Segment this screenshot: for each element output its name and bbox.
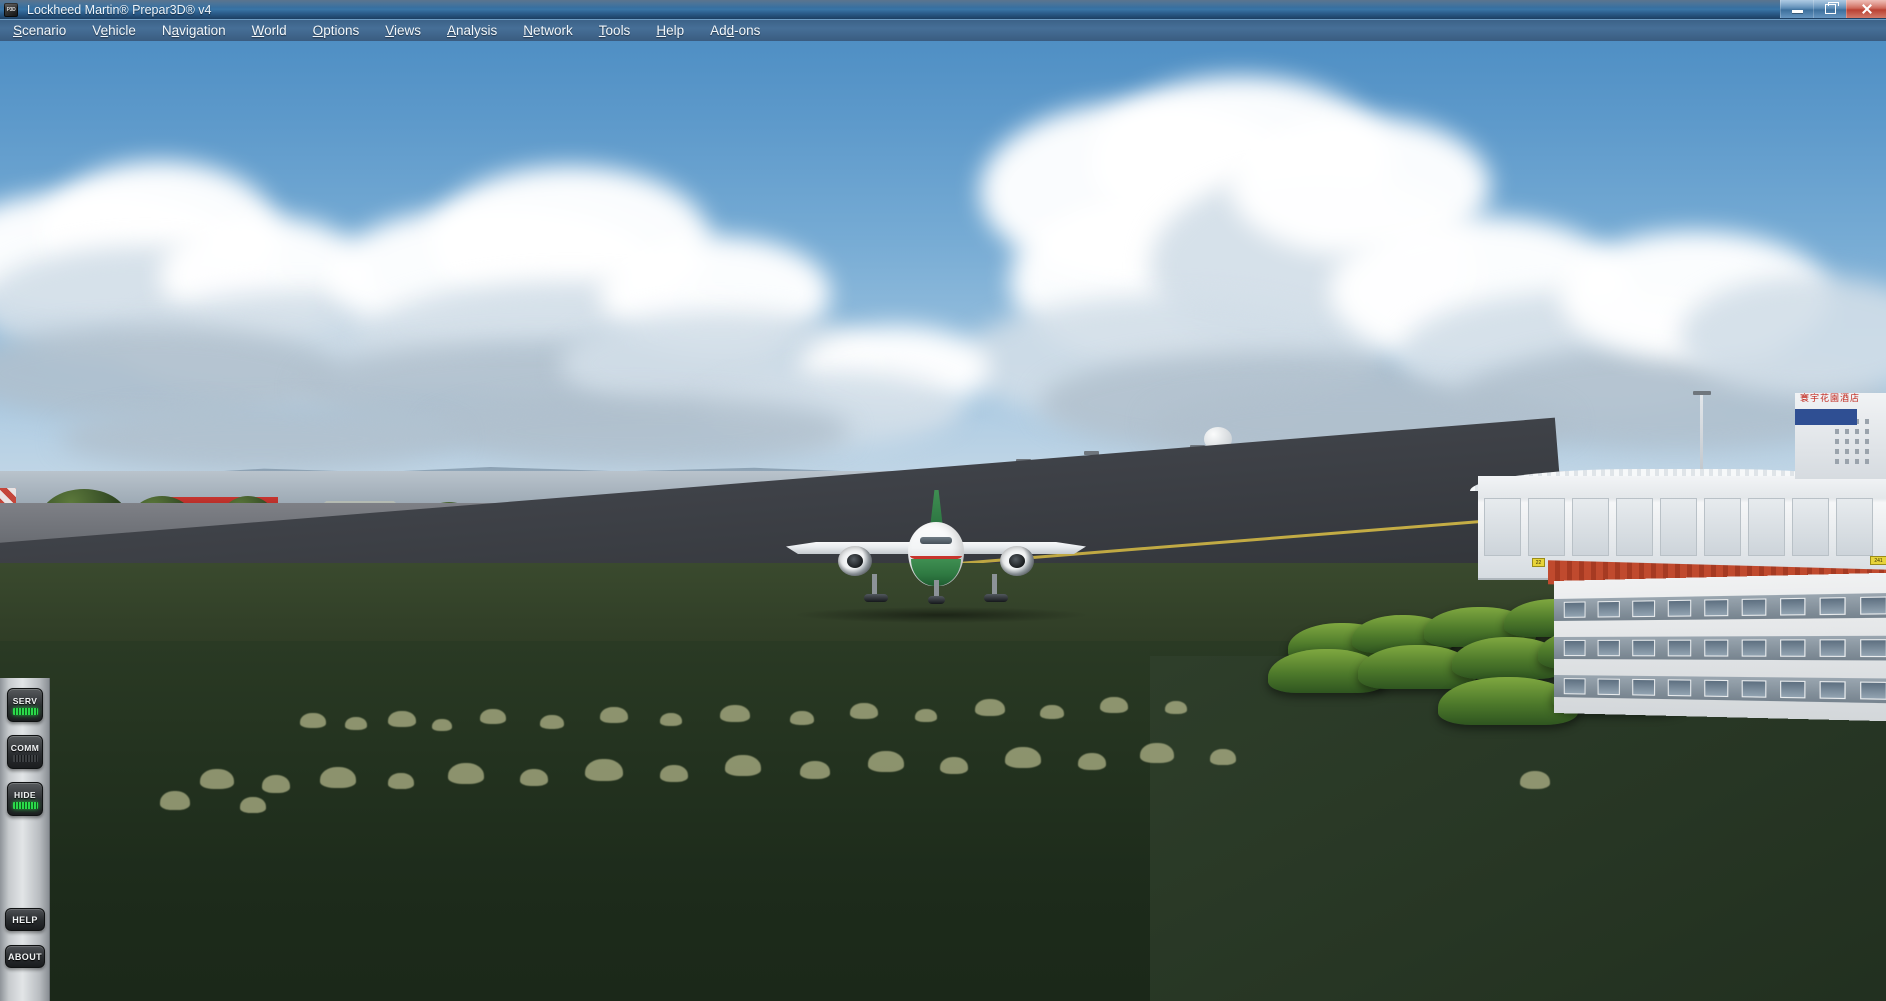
- menu-label-network: etwork: [533, 23, 573, 38]
- comm-button-label: COMM: [10, 742, 40, 753]
- menu-label-help: elp: [666, 23, 685, 38]
- menu-item-views[interactable]: Views: [372, 20, 434, 41]
- sky: [0, 41, 1886, 511]
- menu-bar: Scenario Vehicle Navigation World Option…: [0, 19, 1886, 41]
- menu-label-vehicle: hicle: [108, 23, 136, 38]
- menu-item-navigation[interactable]: Navigation: [149, 20, 239, 41]
- hangar-tag: 22: [1532, 558, 1545, 567]
- hide-button[interactable]: HIDE: [7, 782, 43, 816]
- about-button-label: ABOUT: [8, 951, 42, 962]
- hide-button-label: HIDE: [14, 789, 36, 800]
- menu-item-add-ons[interactable]: Add-ons: [697, 20, 773, 41]
- window-title: Lockheed Martin® Prepar3D® v4: [27, 2, 212, 17]
- menu-label-add-ons: -ons: [734, 23, 761, 38]
- main-gear-right-wheels: [984, 594, 1008, 602]
- menu-label-analysis: nalysis: [456, 23, 498, 38]
- menu-item-network[interactable]: Network: [510, 20, 586, 41]
- hotel-blue-band: [1795, 409, 1857, 425]
- menu-item-analysis[interactable]: Analysis: [434, 20, 510, 41]
- help-button-label: HELP: [12, 914, 38, 925]
- menu-label-scenario: cenario: [22, 23, 67, 38]
- prepar3d-window: P3D Lockheed Martin® Prepar3D® v4 Scenar…: [0, 0, 1886, 1001]
- menu-item-help[interactable]: Help: [643, 20, 697, 41]
- main-gear-left-strut: [872, 574, 877, 596]
- minimize-button[interactable]: [1780, 0, 1813, 18]
- hotel-building: [1795, 393, 1886, 479]
- menu-label-world: orld: [264, 23, 287, 38]
- hangar-tag: 241: [1870, 556, 1886, 565]
- menu-item-scenario[interactable]: Scenario: [0, 20, 79, 41]
- close-icon: [1861, 3, 1873, 15]
- menu-item-tools[interactable]: Tools: [586, 20, 644, 41]
- close-button[interactable]: [1846, 0, 1886, 18]
- hide-led: [12, 801, 38, 809]
- main-gear-left-wheels: [864, 594, 888, 602]
- serv-button[interactable]: SERV: [7, 688, 43, 722]
- menu-item-world[interactable]: World: [239, 20, 300, 41]
- help-button[interactable]: HELP: [5, 908, 45, 931]
- title-bar: P3D Lockheed Martin® Prepar3D® v4: [0, 0, 1886, 19]
- about-button[interactable]: ABOUT: [5, 945, 45, 968]
- serv-led: [12, 707, 38, 715]
- main-gear-right-strut: [992, 574, 997, 596]
- p3d-app-icon: P3D: [4, 2, 18, 17]
- menu-item-options[interactable]: Options: [300, 20, 373, 41]
- menu-label-navigation: vigation: [179, 23, 226, 38]
- menu-item-vehicle[interactable]: Vehicle: [79, 20, 149, 41]
- simulator-viewport[interactable]: 22 241 寰宇花園酒店: [0, 41, 1886, 1001]
- minimize-icon: [1791, 10, 1803, 13]
- user-aircraft: [786, 490, 1086, 626]
- hotel-rooftop-sign: 寰宇花園酒店: [1800, 394, 1861, 404]
- restore-button[interactable]: [1813, 0, 1846, 18]
- engine-right: [1000, 546, 1034, 576]
- window-controls: [1780, 0, 1886, 19]
- engine-left: [838, 546, 872, 576]
- menu-label-tools: ools: [605, 23, 631, 38]
- comm-button[interactable]: COMM: [7, 735, 43, 769]
- office-block: [1554, 571, 1886, 723]
- menu-label-options: ptions: [323, 23, 360, 38]
- menu-label-views: iews: [393, 23, 421, 38]
- light-mast-head: [1693, 391, 1711, 395]
- restore-icon: [1824, 2, 1839, 14]
- comm-led: [12, 754, 38, 762]
- sim-control-panel: SERV COMM HIDE S C I HELP ABOUT: [0, 678, 50, 1001]
- cockpit-windows: [920, 537, 952, 544]
- serv-button-label: SERV: [12, 695, 38, 706]
- nose-gear-wheels: [928, 596, 945, 604]
